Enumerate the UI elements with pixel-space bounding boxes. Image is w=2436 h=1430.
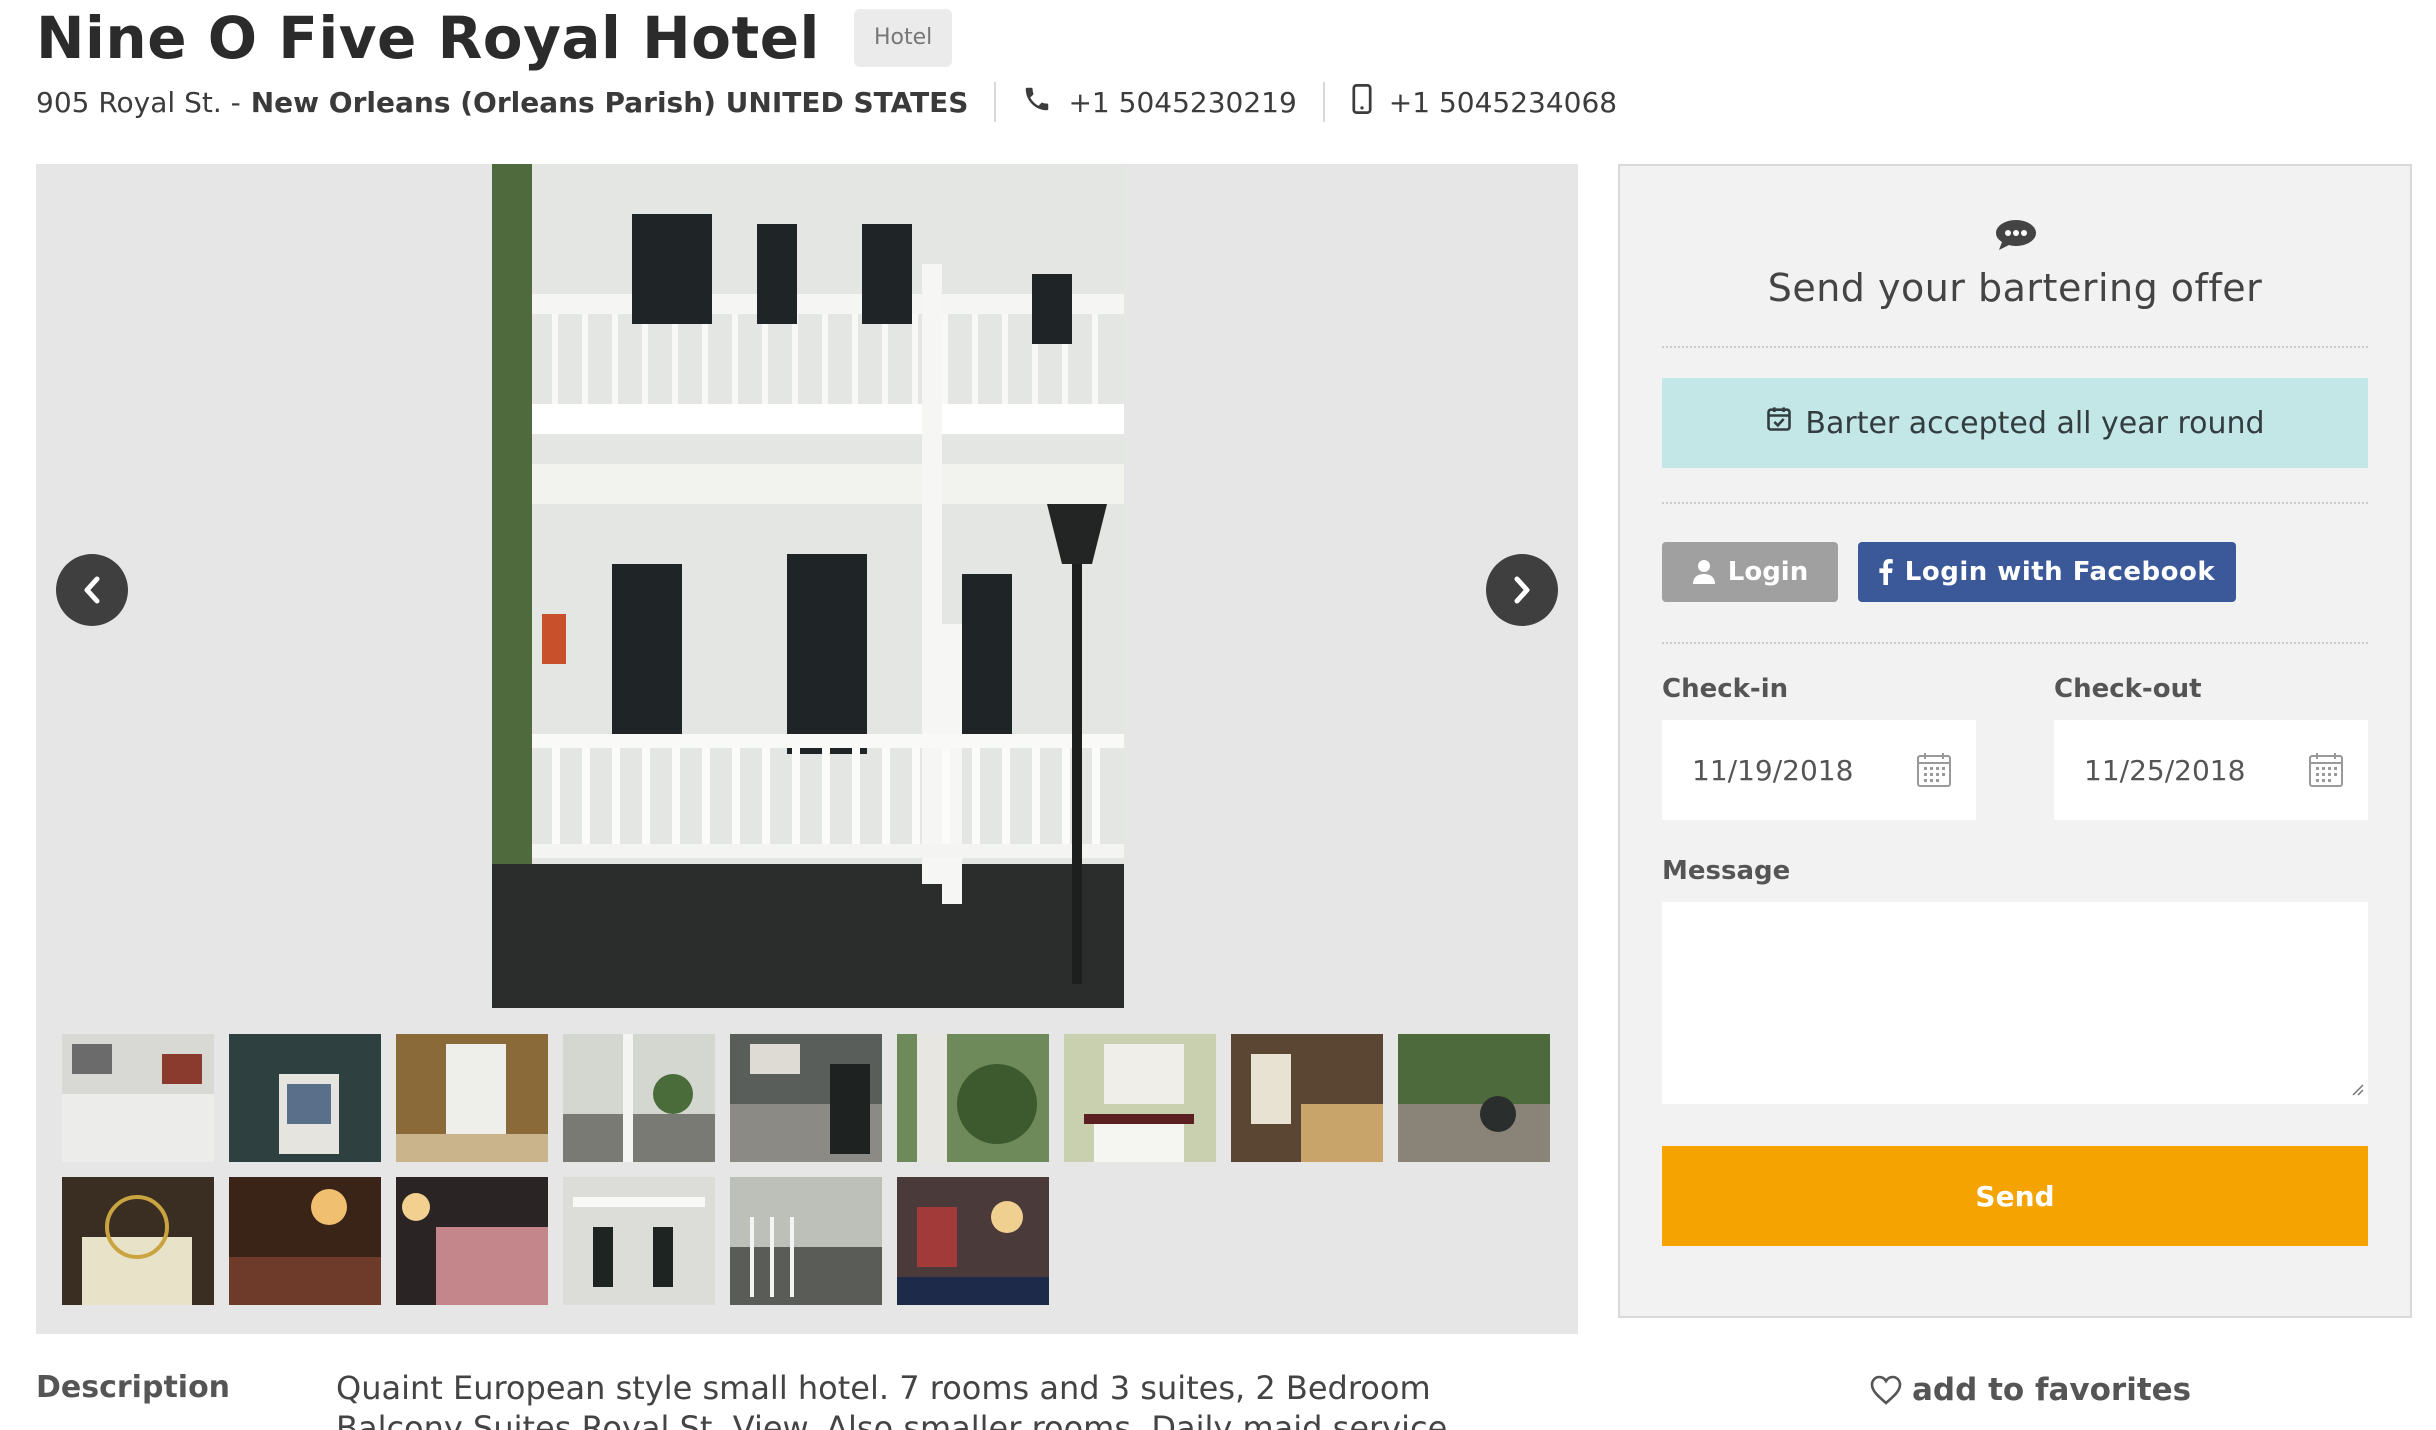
gallery-thumbnail[interactable] bbox=[1064, 1034, 1216, 1162]
facebook-icon bbox=[1879, 559, 1893, 585]
chevron-left-icon bbox=[84, 576, 100, 604]
checkin-date-field[interactable]: 11/19/2018 bbox=[1662, 720, 1976, 820]
checkout-label: Check-out bbox=[2054, 674, 2202, 704]
mobile-phone-icon bbox=[1351, 83, 1373, 121]
category-badge: Hotel bbox=[853, 9, 953, 67]
login-button[interactable]: Login bbox=[1662, 542, 1838, 602]
gallery-thumbnail[interactable] bbox=[897, 1034, 1049, 1162]
chat-bubble-icon bbox=[1994, 218, 2038, 256]
gallery-thumbnail[interactable] bbox=[229, 1034, 381, 1162]
description-label: Description bbox=[36, 1370, 231, 1405]
hotel-info: 905 Royal St. - New Orleans (Orleans Par… bbox=[36, 80, 1617, 124]
chevron-right-icon bbox=[1514, 576, 1530, 604]
checkout-date-field[interactable]: 11/25/2018 bbox=[2054, 720, 2368, 820]
heart-icon bbox=[1870, 1375, 1902, 1405]
mobile-number[interactable]: +1 5045234068 bbox=[1389, 86, 1617, 119]
gallery-thumbnail[interactable] bbox=[730, 1034, 882, 1162]
gallery-thumbnail[interactable] bbox=[396, 1034, 548, 1162]
gallery-thumbnail[interactable] bbox=[62, 1177, 214, 1305]
message-label: Message bbox=[1662, 856, 1791, 886]
gallery-prev-button[interactable] bbox=[56, 554, 128, 626]
checkin-label: Check-in bbox=[1662, 674, 1789, 704]
phone-icon bbox=[1022, 84, 1052, 121]
message-textarea[interactable] bbox=[1662, 902, 2368, 1104]
divider bbox=[1662, 642, 2368, 644]
checkin-date-value: 11/19/2018 bbox=[1692, 753, 1854, 787]
description-text: Quaint European style small hotel. 7 roo… bbox=[336, 1369, 1458, 1430]
photo-gallery bbox=[36, 164, 1578, 1334]
gallery-thumbnail[interactable] bbox=[897, 1177, 1049, 1305]
hotel-title: Nine O Five Royal Hotel bbox=[36, 4, 820, 72]
hotel-city: New Orleans (Orleans Parish) UNITED STAT… bbox=[250, 85, 969, 119]
panel-title: Send your bartering offer bbox=[1767, 266, 2263, 310]
gallery-thumbnail[interactable] bbox=[563, 1177, 715, 1305]
gallery-thumbnail[interactable] bbox=[730, 1177, 882, 1305]
gallery-thumbnail[interactable] bbox=[62, 1034, 214, 1162]
gallery-thumbnail[interactable] bbox=[396, 1177, 548, 1305]
login-label: Login bbox=[1727, 557, 1809, 587]
hotel-header: Nine O Five Royal Hotel Hotel bbox=[36, 2, 953, 74]
facebook-login-label: Login with Facebook bbox=[1904, 557, 2216, 587]
add-to-favorites-button[interactable]: add to favorites bbox=[1870, 1372, 2191, 1408]
hotel-street: 905 Royal St. - bbox=[36, 85, 241, 119]
divider bbox=[1662, 502, 2368, 504]
gallery-thumbnail[interactable] bbox=[229, 1177, 381, 1305]
divider bbox=[1662, 346, 2368, 348]
send-button[interactable]: Send bbox=[1662, 1146, 2368, 1246]
gallery-thumbnail[interactable] bbox=[1231, 1034, 1383, 1162]
resize-handle-icon[interactable] bbox=[2348, 1080, 2364, 1100]
facebook-login-button[interactable]: Login with Facebook bbox=[1858, 542, 2236, 602]
user-icon bbox=[1692, 560, 1715, 584]
barter-notice-text: Barter accepted all year round bbox=[1805, 405, 2265, 441]
divider bbox=[994, 82, 997, 122]
checkout-date-value: 11/25/2018 bbox=[2084, 753, 2246, 787]
divider bbox=[1322, 82, 1325, 122]
barter-notice: Barter accepted all year round bbox=[1662, 378, 2368, 468]
calendar-check-icon bbox=[1765, 405, 1793, 441]
add-to-favorites-label: add to favorites bbox=[1912, 1372, 2192, 1408]
gallery-thumbnail[interactable] bbox=[563, 1034, 715, 1162]
barter-offer-panel: Send your bartering offer Barter accepte… bbox=[1618, 164, 2412, 1318]
main-photo bbox=[492, 164, 1124, 1008]
gallery-thumbnail[interactable] bbox=[1398, 1034, 1550, 1162]
phone-number[interactable]: +1 5045230219 bbox=[1068, 86, 1296, 119]
gallery-next-button[interactable] bbox=[1486, 554, 1558, 626]
calendar-icon[interactable] bbox=[1916, 752, 1952, 795]
calendar-icon[interactable] bbox=[2308, 752, 2344, 795]
